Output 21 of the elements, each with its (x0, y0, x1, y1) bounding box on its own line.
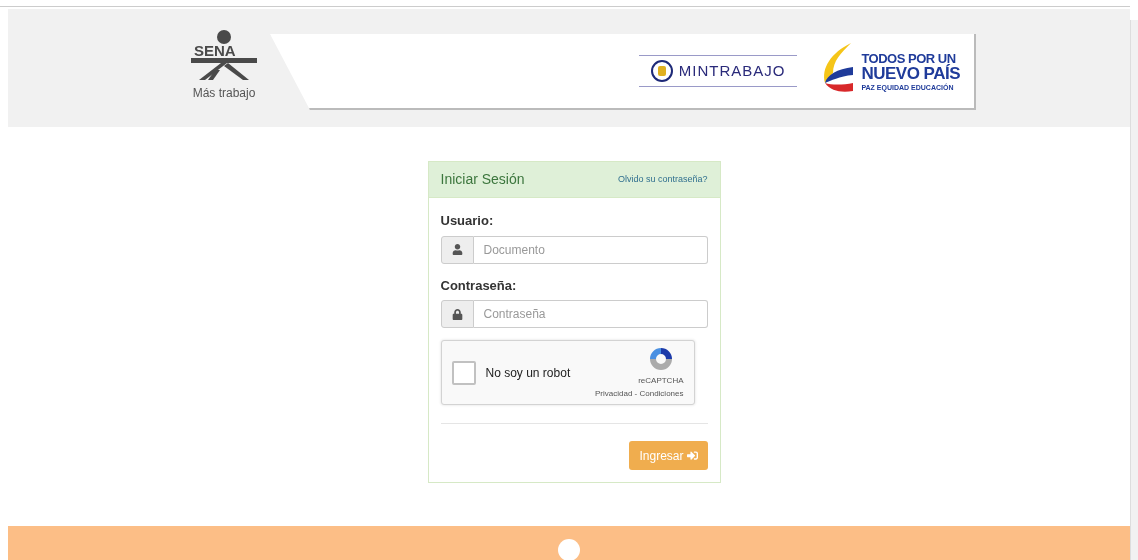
input-field[interactable]: Contraseña (473, 300, 708, 328)
logo-tagline: Más trabajo (192, 85, 256, 102)
coat-of-arms-icon (650, 60, 673, 82)
logo-wordmark: SENA (193, 44, 237, 58)
field-label: Contraseña: (440, 276, 518, 295)
recaptcha-icon (647, 345, 674, 372)
lock-icon (451, 308, 463, 320)
person-icon (451, 244, 463, 255)
captcha-label: No soy un robot (485, 364, 572, 382)
campaign-slogan: NUEVO PAÍS (861, 64, 960, 82)
card-title: Iniciar Sesión (440, 170, 525, 189)
ministry-name: MINTRABAJO (678, 60, 786, 81)
sign-in-icon (686, 450, 698, 461)
sena-figure-icon (191, 30, 257, 80)
forgot-password-link[interactable]: Olvido su contraseña? (617, 172, 708, 187)
campaign-slogan: TODOS POR UN (861, 51, 956, 65)
captcha-brand: reCAPTCHA (638, 374, 684, 387)
input-field[interactable]: Documento (473, 235, 708, 264)
captcha-checkbox[interactable] (451, 360, 476, 385)
captcha-links[interactable]: Privacidad - Condiciones (595, 387, 684, 400)
field-label: Usuario: (440, 212, 495, 230)
